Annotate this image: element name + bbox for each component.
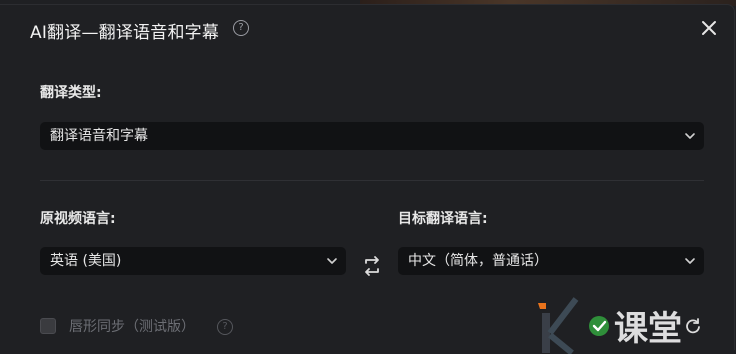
- lip-sync-help-icon[interactable]: ?: [217, 319, 233, 335]
- target-language-select[interactable]: 中文（简体，普通话）: [398, 247, 704, 275]
- source-language-label: 原视频语言:: [40, 211, 116, 227]
- chevron-down-icon: [685, 133, 695, 139]
- help-icon[interactable]: ?: [233, 20, 249, 36]
- translation-type-select[interactable]: 翻译语音和字幕: [40, 122, 704, 150]
- source-language-value: 英语 (美国): [50, 253, 122, 269]
- section-divider: [40, 180, 704, 181]
- translation-type-label: 翻译类型:: [40, 85, 102, 101]
- target-language-value: 中文（简体，普通话）: [408, 253, 548, 269]
- watermark-text: 课堂: [614, 309, 682, 349]
- translation-type-value: 翻译语音和字幕: [50, 128, 148, 144]
- swap-languages-icon[interactable]: [361, 254, 383, 278]
- watermark-logo: 课堂: [538, 297, 682, 354]
- dialog-title: AI翻译—翻译语音和字幕: [30, 23, 220, 43]
- close-icon[interactable]: [698, 17, 720, 39]
- source-language-select[interactable]: 英语 (美国): [40, 247, 346, 275]
- chevron-down-icon: [327, 258, 337, 264]
- lip-sync-label: 唇形同步（测试版）: [69, 319, 195, 335]
- ai-translate-dialog: AI翻译—翻译语音和字幕 ? 翻译类型: 翻译语音和字幕 原视频语言: 英语 (…: [0, 4, 735, 354]
- chevron-down-icon: [685, 258, 695, 264]
- lip-sync-checkbox[interactable]: [40, 318, 56, 334]
- target-language-label: 目标翻译语言:: [398, 211, 488, 227]
